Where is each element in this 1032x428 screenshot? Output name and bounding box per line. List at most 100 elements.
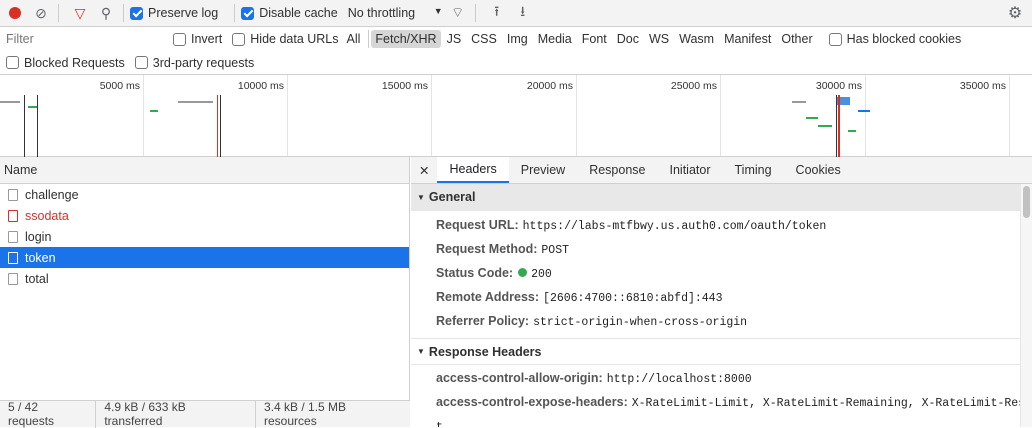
record-icon[interactable] bbox=[4, 2, 26, 24]
header-value: t bbox=[436, 421, 443, 427]
response-header-row: access-control-expose-headers: X-RateLimi… bbox=[411, 391, 1020, 415]
timeline-tick: 35000 ms bbox=[959, 80, 1006, 92]
timeline-tick: 25000 ms bbox=[670, 80, 717, 92]
header-value: X-RateLimit-Limit, X-RateLimit-Remaining… bbox=[631, 397, 1020, 410]
header-value: strict-origin-when-cross-origin bbox=[533, 316, 748, 329]
details-scrollbar[interactable] bbox=[1020, 184, 1032, 427]
type-filter-font[interactable]: Font bbox=[578, 30, 611, 48]
dropdown-arrow-icon: ▼ bbox=[433, 6, 443, 16]
filter-bar-2: Blocked Requests 3rd-party requests bbox=[0, 51, 1032, 75]
invert-checkbox[interactable]: Invert bbox=[173, 32, 222, 46]
type-filter-fetch-xhr[interactable]: Fetch/XHR bbox=[371, 30, 441, 48]
file-icon bbox=[8, 251, 18, 264]
expand-triangle-icon: ▼ bbox=[417, 192, 425, 202]
header-value: http://localhost:8000 bbox=[606, 373, 752, 386]
tab-preview[interactable]: Preview bbox=[509, 157, 577, 183]
close-details-icon[interactable]: ✕ bbox=[411, 157, 437, 183]
preserve-log-checkbox[interactable]: Preserve log bbox=[130, 6, 218, 20]
header-value: [2606:4700::6810:abfd]:443 bbox=[543, 292, 723, 305]
request-method-row: Request Method: POST bbox=[411, 238, 1020, 262]
request-name: challenge bbox=[25, 187, 79, 202]
blocked-requests-label: Blocked Requests bbox=[24, 55, 125, 70]
timeline-tick: 5000 ms bbox=[99, 80, 140, 92]
response-header-row: access-control-allow-origin: http://local… bbox=[411, 367, 1020, 391]
toolbar: ⊘ ▽ ⚲ Preserve log Disable cache No thro… bbox=[0, 0, 1032, 27]
timeline-overview[interactable]: 5000 ms 10000 ms 15000 ms 20000 ms 25000… bbox=[0, 75, 1032, 157]
general-section-header[interactable]: ▼ General bbox=[411, 184, 1020, 211]
network-conditions-icon[interactable]: ⌔ bbox=[447, 2, 469, 24]
disable-cache-checkbox[interactable]: Disable cache bbox=[241, 6, 338, 20]
header-key: Request Method: bbox=[436, 242, 538, 256]
filter-icon[interactable]: ▽ bbox=[69, 2, 91, 24]
type-filter-ws[interactable]: WS bbox=[645, 30, 673, 48]
transferred-size: 4.9 kB / 633 kB transferred bbox=[96, 400, 257, 428]
import-har-icon[interactable]: ⭱ bbox=[486, 2, 508, 24]
hide-data-urls-checkbox[interactable]: Hide data URLs bbox=[232, 32, 339, 46]
details-tabs: ✕ Headers Preview Response Initiator Tim… bbox=[411, 157, 1032, 184]
header-value: POST bbox=[541, 244, 569, 257]
type-filter-all[interactable]: All bbox=[343, 30, 365, 48]
settings-gear-icon[interactable]: ⚙ bbox=[1004, 2, 1026, 24]
file-icon bbox=[8, 188, 18, 201]
referrer-policy-row: Referrer Policy: strict-origin-when-cross… bbox=[411, 310, 1020, 334]
tab-timing[interactable]: Timing bbox=[723, 157, 784, 183]
clear-icon[interactable]: ⊘ bbox=[30, 2, 52, 24]
type-filter-doc[interactable]: Doc bbox=[613, 30, 643, 48]
name-header-label: Name bbox=[4, 163, 38, 177]
filter-input[interactable] bbox=[3, 30, 163, 48]
request-row-ssodata[interactable]: ssodata bbox=[0, 205, 409, 226]
tab-response[interactable]: Response bbox=[577, 157, 657, 183]
request-url-row: Request URL: https://labs-mtfbwy.us.auth0… bbox=[411, 214, 1020, 238]
header-key: Status Code: bbox=[436, 266, 514, 280]
type-filter-img[interactable]: Img bbox=[503, 30, 532, 48]
type-filter-manifest[interactable]: Manifest bbox=[720, 30, 775, 48]
request-row-login[interactable]: login bbox=[0, 226, 409, 247]
type-filter-other[interactable]: Other bbox=[777, 30, 816, 48]
request-name: login bbox=[25, 229, 52, 244]
header-key: Request URL: bbox=[436, 218, 519, 232]
type-filter-css[interactable]: CSS bbox=[467, 30, 501, 48]
header-key: access-control-allow-origin: bbox=[436, 371, 603, 385]
response-headers-section-header[interactable]: ▼ Response Headers bbox=[411, 338, 1020, 365]
header-value: 200 bbox=[531, 268, 552, 281]
has-blocked-cookies-checkbox[interactable]: Has blocked cookies bbox=[828, 32, 961, 46]
type-filter-media[interactable]: Media bbox=[534, 30, 576, 48]
tab-initiator[interactable]: Initiator bbox=[658, 157, 723, 183]
export-har-icon[interactable]: ⭳ bbox=[512, 2, 534, 24]
status-bar: 5 / 42 requests 4.9 kB / 633 kB transfer… bbox=[0, 400, 410, 428]
throttling-value: No throttling bbox=[347, 6, 416, 20]
type-filter-js[interactable]: JS bbox=[443, 30, 466, 48]
disable-cache-label: Disable cache bbox=[259, 6, 338, 20]
header-key: access-control-expose-headers: bbox=[436, 395, 628, 409]
third-party-requests-checkbox[interactable]: 3rd-party requests bbox=[134, 55, 255, 70]
blocked-requests-checkbox[interactable]: Blocked Requests bbox=[6, 56, 125, 70]
preserve-log-label: Preserve log bbox=[148, 6, 219, 20]
request-list: Name challenge ssodata login token total bbox=[0, 157, 410, 400]
request-count: 5 / 42 requests bbox=[0, 400, 97, 428]
tab-cookies[interactable]: Cookies bbox=[784, 157, 853, 183]
type-filter-wasm[interactable]: Wasm bbox=[675, 30, 718, 48]
file-icon bbox=[8, 230, 18, 243]
throttling-select[interactable]: No throttling ▼ bbox=[348, 6, 443, 20]
name-column-header[interactable]: Name bbox=[0, 157, 409, 184]
request-details: ✕ Headers Preview Response Initiator Tim… bbox=[411, 157, 1032, 427]
request-name: token bbox=[25, 250, 56, 265]
request-row-challenge[interactable]: challenge bbox=[0, 184, 409, 205]
timeline-tick: 30000 ms bbox=[815, 80, 862, 92]
section-title: General bbox=[428, 190, 476, 204]
status-code-row: Status Code: 200 bbox=[411, 262, 1020, 286]
header-key: Referrer Policy: bbox=[436, 314, 530, 328]
request-row-token[interactable]: token bbox=[0, 247, 409, 268]
expand-triangle-icon: ▼ bbox=[417, 347, 425, 356]
file-icon bbox=[8, 272, 18, 285]
filter-bar: Invert Hide data URLs All Fetch/XHR JS C… bbox=[0, 27, 1032, 51]
timeline-tick: 20000 ms bbox=[526, 80, 573, 92]
search-icon[interactable]: ⚲ bbox=[95, 2, 117, 24]
tab-headers[interactable]: Headers bbox=[437, 157, 509, 183]
timeline-tick: 15000 ms bbox=[381, 80, 428, 92]
request-row-total[interactable]: total bbox=[0, 268, 409, 289]
scrollbar-thumb[interactable] bbox=[1023, 186, 1030, 218]
status-dot-icon bbox=[518, 268, 528, 277]
third-party-requests-label: 3rd-party requests bbox=[152, 55, 255, 70]
timeline-tick: 10000 ms bbox=[237, 80, 284, 92]
